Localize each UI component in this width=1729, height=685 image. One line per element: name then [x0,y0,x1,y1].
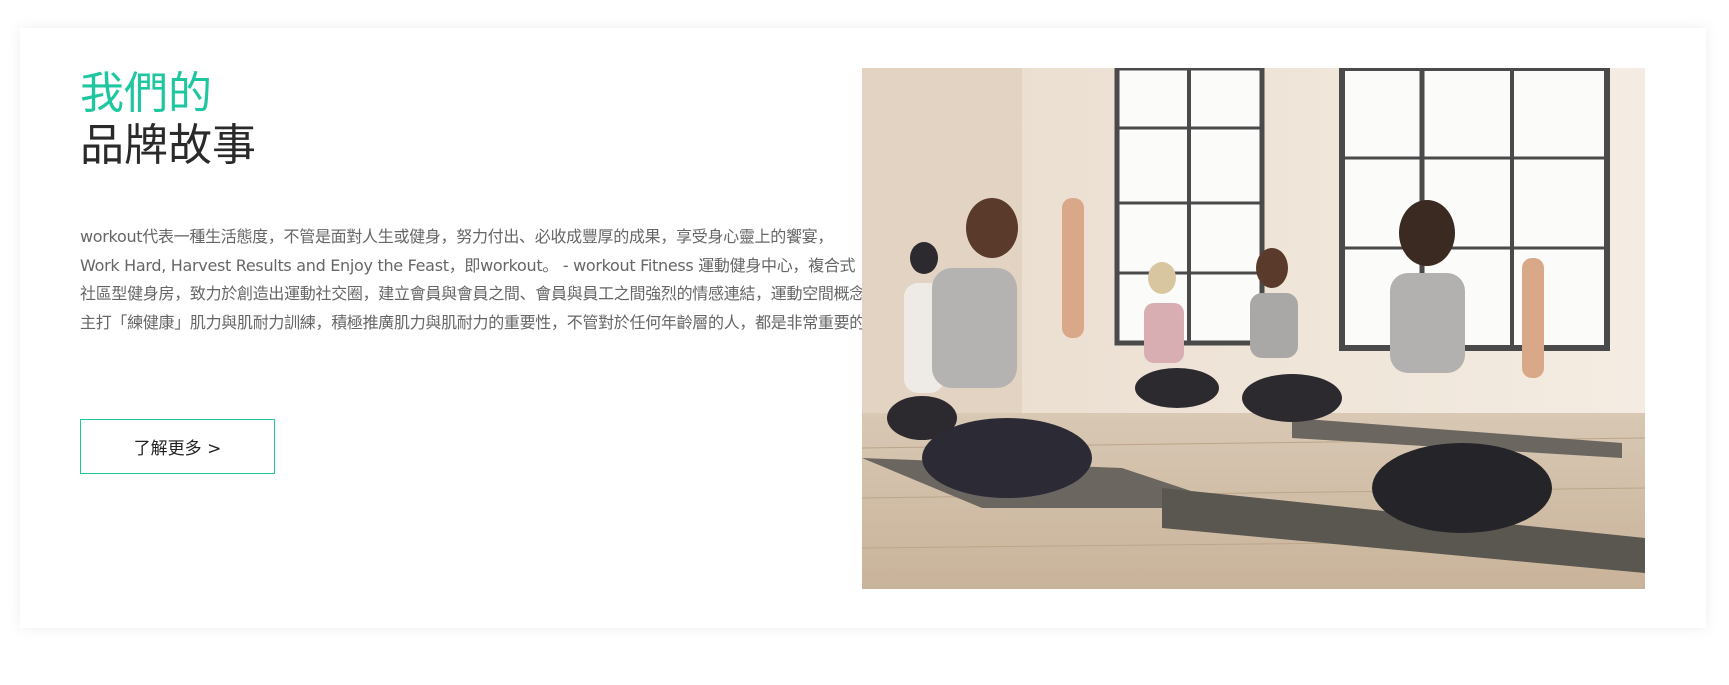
yoga-class-photo [862,68,1645,589]
heading-main: 品牌故事 [80,120,256,171]
learn-more-button[interactable]: 了解更多 > [80,419,275,474]
heading-accent: 我們的 [80,68,212,119]
brand-story-description: workout代表一種生活態度，不管是面對人生或健身，努力付出、必收成豐厚的成果… [80,227,866,332]
brand-story-heading: 我們的 品牌故事 [80,68,256,172]
brand-story-section: 我們的 品牌故事 workout代表一種生活態度，不管是面對人生或健身，努力付出… [20,28,1706,628]
